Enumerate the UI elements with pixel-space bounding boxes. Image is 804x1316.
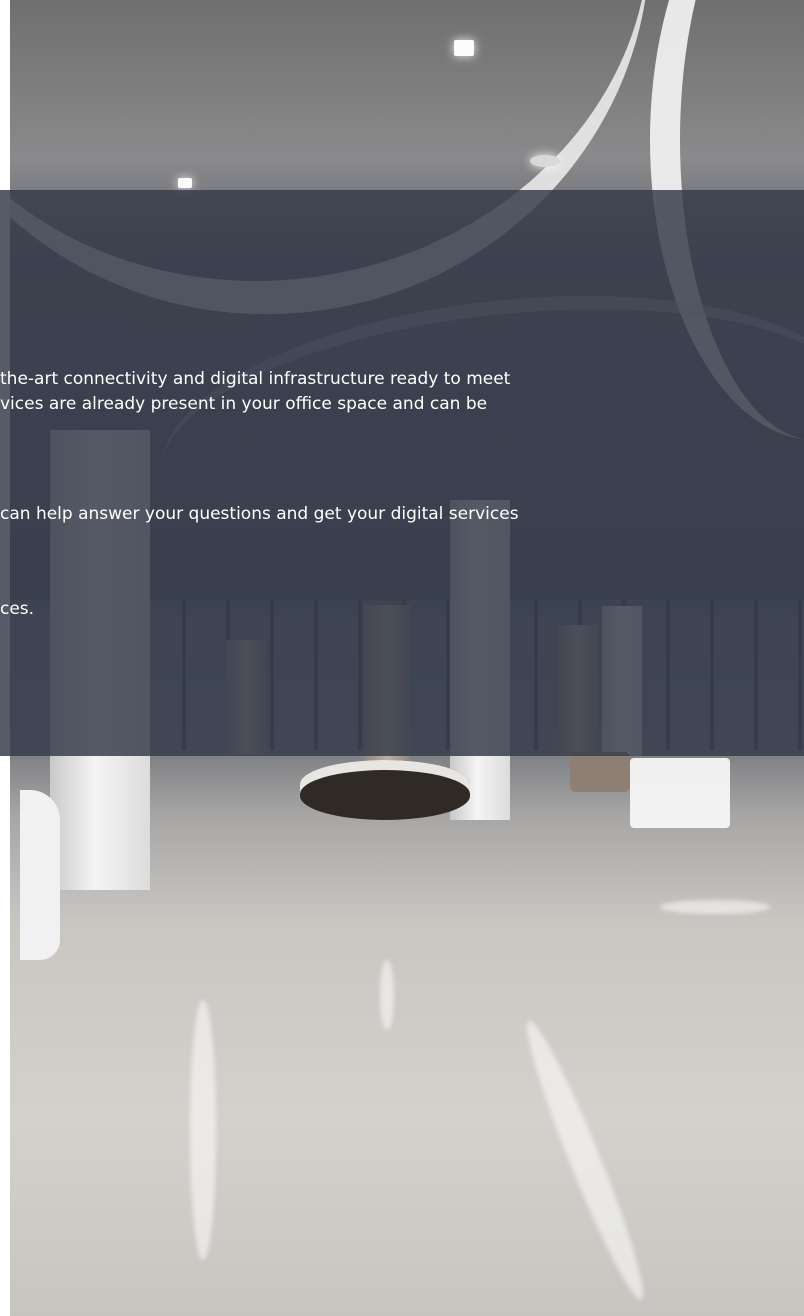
side-table — [630, 758, 730, 828]
lounge-seating — [300, 760, 470, 820]
ceiling-spotlight — [178, 178, 192, 188]
page: the-art connectivity and digital infrast… — [0, 0, 804, 1316]
paragraph-3-line-1: ces. — [0, 599, 35, 619]
floor-reflection — [514, 1015, 656, 1305]
ceiling-fixture — [530, 155, 560, 167]
curved-sofa — [20, 790, 60, 960]
floor-reflection — [380, 960, 394, 1030]
paragraph-1-line-2: vices are already present in your office… — [0, 394, 488, 414]
sofa — [570, 752, 630, 792]
paragraph-1-line-1: the-art connectivity and digital infrast… — [0, 369, 511, 389]
ceiling-spotlight — [454, 40, 474, 56]
floor-reflection — [660, 900, 770, 914]
paragraph-2-line-1: can help answer your questions and get y… — [0, 504, 519, 524]
floor-reflection — [190, 1000, 216, 1260]
content-overlay-band: the-art connectivity and digital infrast… — [0, 190, 804, 756]
